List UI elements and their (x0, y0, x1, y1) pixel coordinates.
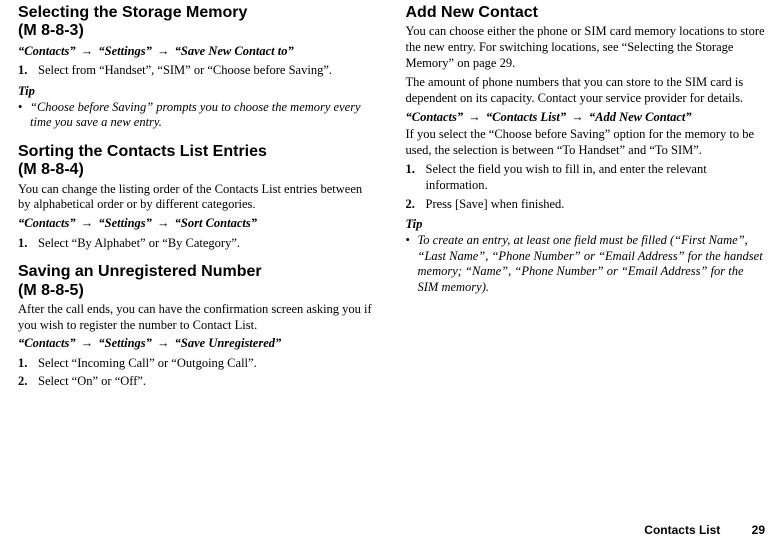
footer-page-number: 29 (752, 523, 765, 537)
arrow-icon: → (155, 336, 172, 350)
body-text: After the call ends, you can have the co… (18, 302, 378, 333)
step-number: 1. (18, 356, 38, 372)
crumb-contacts: “Contacts” (406, 110, 464, 124)
tip-label: Tip (18, 84, 378, 100)
body-text: You can choose either the phone or SIM c… (406, 24, 766, 71)
heading-add-new-contact: Add New Contact (406, 4, 766, 22)
heading-storage-memory: Selecting the Storage Memory (18, 4, 378, 22)
step-number: 2. (406, 197, 426, 213)
breadcrumb: “Contacts” → “Settings” → “Save New Cont… (18, 44, 378, 60)
step-item: 2. Select “On” or “Off”. (18, 374, 378, 390)
heading-sorting-contacts: Sorting the Contacts List Entries (18, 143, 378, 161)
crumb-save-new-contact: “Save New Contact to” (175, 44, 294, 58)
section-storage-memory: Selecting the Storage Memory (M 8-8-3) “… (18, 4, 378, 131)
body-text: If you select the “Choose before Saving”… (406, 127, 766, 158)
steps-list: 1. Select the field you wish to fill in,… (406, 162, 766, 212)
step-item: 1. Select the field you wish to fill in,… (406, 162, 766, 193)
body-text: You can change the listing order of the … (18, 182, 378, 213)
tip-body: • To create an entry, at least one field… (406, 233, 766, 296)
tip-text: “Choose before Saving” prompts you to ch… (30, 100, 378, 131)
step-text: Press [Save] when finished. (426, 197, 766, 213)
steps-list: 1. Select “By Alphabet” or “By Category”… (18, 236, 378, 252)
tip-label: Tip (406, 217, 766, 233)
step-item: 1. Select “Incoming Call” or “Outgoing C… (18, 356, 378, 372)
tip-body: • “Choose before Saving” prompts you to … (18, 100, 378, 131)
section-sorting-contacts: Sorting the Contacts List Entries (M 8-8… (18, 143, 378, 251)
right-column: Add New Contact You can choose either th… (406, 4, 766, 390)
crumb-settings: “Settings” (98, 44, 152, 58)
step-text: Select from “Handset”, “SIM” or “Choose … (38, 63, 378, 79)
crumb-contacts: “Contacts” (18, 336, 76, 350)
bullet-icon: • (406, 233, 418, 296)
page-footer: Contacts List 29 (644, 523, 765, 538)
step-number: 1. (18, 63, 38, 79)
step-text: Select “On” or “Off”. (38, 374, 378, 390)
step-text: Select “Incoming Call” or “Outgoing Call… (38, 356, 378, 372)
footer-section: Contacts List (644, 523, 720, 537)
arrow-icon: → (79, 336, 96, 350)
body-text: The amount of phone numbers that you can… (406, 75, 766, 106)
mref-saving-unregistered: (M 8-8-5) (18, 282, 378, 300)
left-column: Selecting the Storage Memory (M 8-8-3) “… (18, 4, 378, 390)
steps-list: 1. Select from “Handset”, “SIM” or “Choo… (18, 63, 378, 79)
step-text: Select the field you wish to fill in, an… (426, 162, 766, 193)
crumb-settings: “Settings” (98, 336, 152, 350)
crumb-settings: “Settings” (98, 216, 152, 230)
breadcrumb: “Contacts” → “Contacts List” → “Add New … (406, 110, 766, 126)
arrow-icon: → (155, 44, 172, 58)
step-number: 1. (18, 236, 38, 252)
step-number: 2. (18, 374, 38, 390)
step-item: 1. Select from “Handset”, “SIM” or “Choo… (18, 63, 378, 79)
crumb-contacts-list: “Contacts List” (486, 110, 566, 124)
crumb-contacts: “Contacts” (18, 216, 76, 230)
crumb-add-new-contact: “Add New Contact” (589, 110, 692, 124)
arrow-icon: → (466, 110, 483, 124)
section-saving-unregistered: Saving an Unregistered Number (M 8-8-5) … (18, 263, 378, 390)
heading-saving-unregistered: Saving an Unregistered Number (18, 263, 378, 281)
crumb-contacts: “Contacts” (18, 44, 76, 58)
arrow-icon: → (79, 44, 96, 58)
mref-sorting-contacts: (M 8-8-4) (18, 161, 378, 179)
step-text: Select “By Alphabet” or “By Category”. (38, 236, 378, 252)
breadcrumb: “Contacts” → “Settings” → “Save Unregist… (18, 336, 378, 352)
step-number: 1. (406, 162, 426, 193)
breadcrumb: “Contacts” → “Settings” → “Sort Contacts… (18, 216, 378, 232)
crumb-save-unregistered: “Save Unregistered” (175, 336, 282, 350)
arrow-icon: → (79, 216, 96, 230)
mref-storage-memory: (M 8-8-3) (18, 22, 378, 40)
steps-list: 1. Select “Incoming Call” or “Outgoing C… (18, 356, 378, 390)
step-item: 2. Press [Save] when finished. (406, 197, 766, 213)
bullet-icon: • (18, 100, 30, 131)
section-add-new-contact: Add New Contact You can choose either th… (406, 4, 766, 295)
crumb-sort-contacts: “Sort Contacts” (175, 216, 257, 230)
step-item: 1. Select “By Alphabet” or “By Category”… (18, 236, 378, 252)
arrow-icon: → (569, 110, 586, 124)
arrow-icon: → (155, 216, 172, 230)
tip-text: To create an entry, at least one field m… (418, 233, 766, 296)
